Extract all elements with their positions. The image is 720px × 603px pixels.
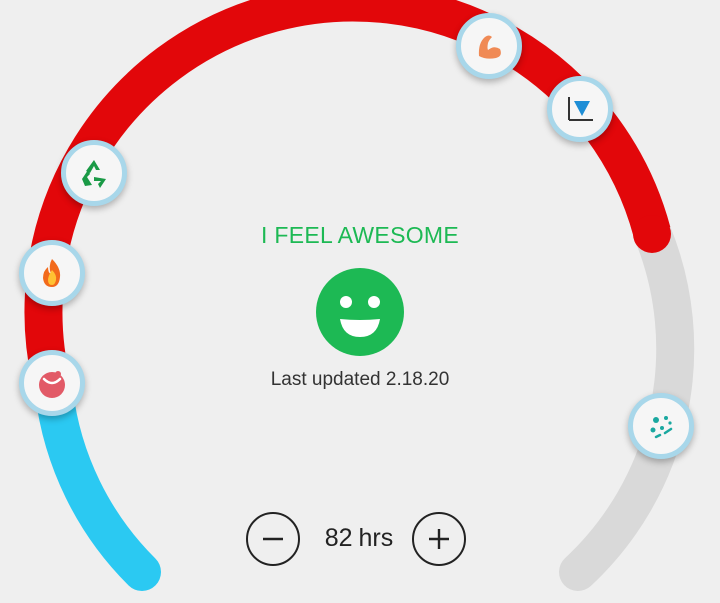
hours-unit: hrs [358,524,394,552]
milestone-node-fire[interactable] [19,240,85,306]
milestone-node-recycle[interactable] [61,140,127,206]
mood-panel: I FEEL AWESOME Last updated 2.18.20 [210,222,510,391]
bacteria-icon [650,416,673,439]
flexed-arm-icon [478,35,501,59]
fasting-gauge-screen: I FEEL AWESOME Last updated 2.18.20 82 hr… [0,0,720,603]
hours-stepper: 82 hrs [244,512,476,570]
hours-value: 82 [324,524,353,552]
milestone-node-chart[interactable] [547,76,613,142]
milestone-node-bite[interactable] [19,350,85,416]
milestone-node-bacteria[interactable] [628,393,694,459]
recycle-icon [82,160,106,188]
last-updated-date: 2.18.20 [385,369,450,390]
fire-icon [43,259,61,287]
smiling-face-icon[interactable] [315,267,405,357]
last-updated-text: Last updated 2.18.20 [210,369,510,391]
mood-label: I FEEL AWESOME [260,222,460,248]
last-updated-label: Last updated [270,369,381,390]
plus-icon [429,529,449,549]
increment-hours-button[interactable] [412,512,466,566]
gauge-start-arc [35,373,161,591]
gauge-progress-end-cap [633,215,671,253]
minus-icon [263,537,283,541]
funnel-chart-icon [568,97,593,121]
bite-mark-icon [39,371,65,398]
milestone-node-strength[interactable] [456,13,522,79]
decrement-hours-button[interactable] [246,512,300,566]
hours-display: 82 hrs [304,524,414,553]
